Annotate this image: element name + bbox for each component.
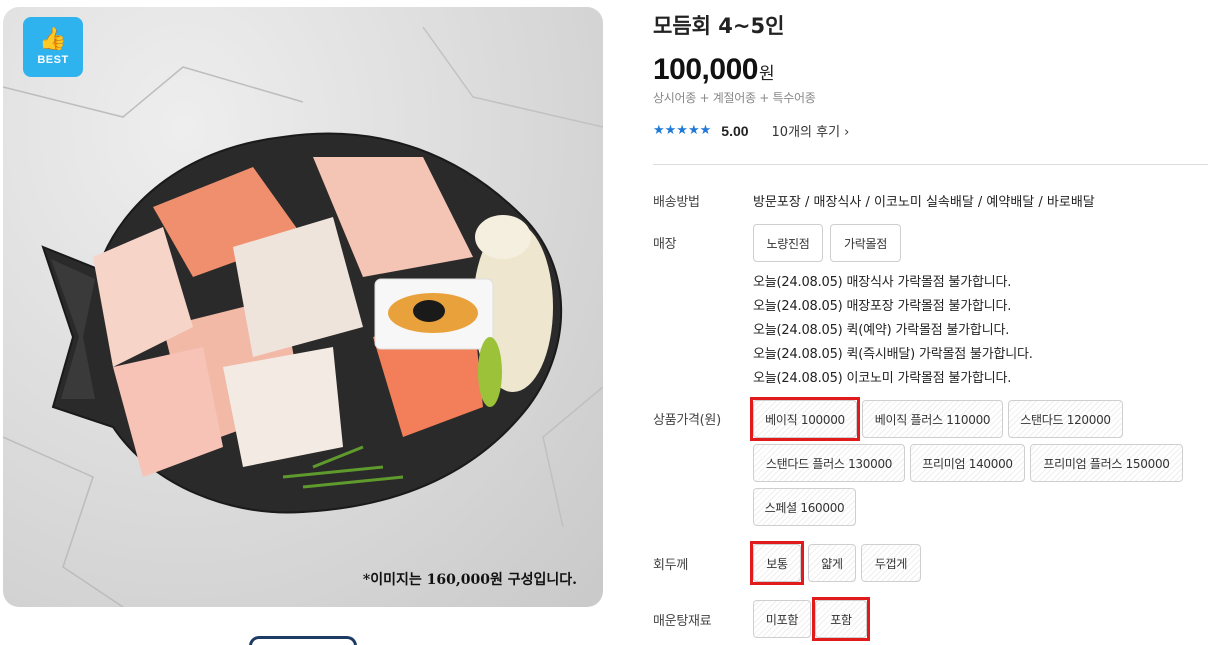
product-composition: 상시어종 + 계절어종 + 특수어종: [653, 91, 816, 105]
thumbs-up-icon: 👍: [39, 27, 67, 52]
best-badge-label: BEST: [37, 54, 69, 66]
store-notice: 오늘(24.08.05) 퀵(예약) 가락몰점 불가합니다.: [753, 323, 1010, 338]
store-notice: 오늘(24.08.05) 매장식사 가락몰점 불가합니다.: [753, 275, 1012, 290]
store-notice: 오늘(24.08.05) 매장포장 가락몰점 불가합니다.: [753, 299, 1012, 314]
thumbnail-selected[interactable]: [249, 636, 357, 645]
price-option-premium-plus[interactable]: 프리미엄 플러스 150000: [1030, 444, 1183, 482]
stew-option-include[interactable]: 포함: [815, 600, 867, 638]
thickness-option-normal[interactable]: 보통: [753, 544, 801, 582]
store-option-garakmall[interactable]: 가락몰점: [830, 224, 901, 262]
thickness-option-thick[interactable]: 두껍게: [861, 544, 921, 582]
price-unit: 원: [758, 64, 775, 84]
rating-row: ★★★★★ 5.00 10개의 후기 ›: [653, 121, 850, 141]
store-notice: 오늘(24.08.05) 퀵(즉시배달) 가락몰점 불가합니다.: [753, 347, 1033, 362]
product-price: 100,000원: [653, 53, 775, 87]
store-option-noryangjin[interactable]: 노량진점: [753, 224, 823, 262]
price-amount: 100,000: [653, 53, 758, 86]
price-option-premium[interactable]: 프리미엄 140000: [910, 444, 1025, 482]
price-option-standard[interactable]: 스탠다드 120000: [1008, 400, 1123, 438]
best-badge: 👍 BEST: [23, 17, 83, 77]
store-notice: 오늘(24.08.05) 이코노미 가락몰점 불가합니다.: [753, 371, 1012, 386]
rating-score: 5.00: [721, 122, 749, 139]
reviews-link[interactable]: 10개의 후기 ›: [772, 121, 850, 140]
stew-option-exclude[interactable]: 미포함: [753, 600, 811, 638]
price-option-label: 상품가격(원): [653, 413, 721, 428]
price-option-basic[interactable]: 베이직 100000: [753, 400, 857, 438]
price-option-standard-plus[interactable]: 스탠다드 플러스 130000: [753, 444, 905, 482]
divider: [653, 164, 1208, 165]
thickness-option-thin[interactable]: 얇게: [808, 544, 856, 582]
price-option-basic-plus[interactable]: 베이직 플러스 110000: [862, 400, 1003, 438]
delivery-label: 배송방법: [653, 195, 700, 210]
star-rating-icon: ★★★★★: [653, 123, 712, 138]
product-title: 모듬회 4~5인: [653, 14, 785, 38]
delivery-methods: 방문포장 / 매장식사 / 이코노미 실속배달 / 예약배달 / 바로배달: [753, 195, 1095, 210]
product-image: 👍 BEST *이미지는 160,000원 구성입니다.: [3, 7, 603, 607]
sashimi-platter-illustration: [3, 26, 603, 607]
store-label: 매장: [653, 237, 677, 252]
image-caption: *이미지는 160,000원 구성입니다.: [362, 572, 577, 588]
thickness-label: 회두께: [653, 558, 688, 573]
stew-label: 매운탕재료: [653, 614, 712, 629]
price-option-special[interactable]: 스페셜 160000: [753, 488, 856, 526]
